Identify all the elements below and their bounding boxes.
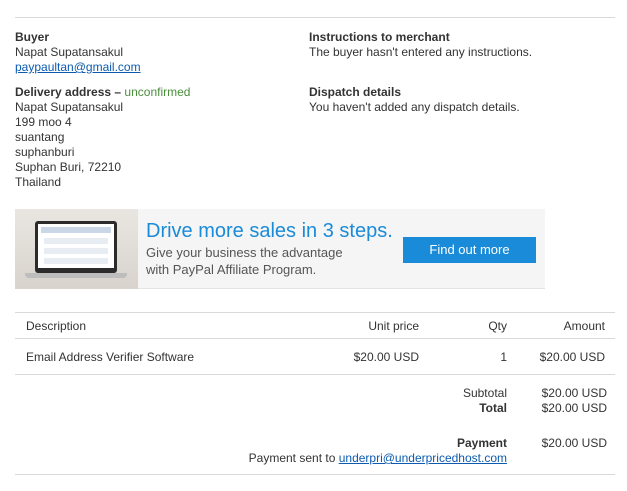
total-label: Total [479,401,507,415]
address-line: Thailand [15,175,62,189]
subtotal-value: $20.00 USD [541,386,607,400]
col-header-description: Description [26,319,87,333]
affiliate-banner[interactable]: Drive more sales in 3 steps. Give your b… [15,209,545,289]
buyer-heading: Buyer [15,30,50,44]
subtotal-label: Subtotal [462,386,507,400]
instructions-heading: Instructions to merchant [309,30,450,44]
address-line: Napat Supatansakul [15,100,124,114]
address-line: suantang [15,130,65,144]
payment-sent-row: Payment sent to underpri@underpricedhost… [207,451,507,466]
row-qty: 1 [500,350,507,364]
address-line: 199 moo 4 [15,115,72,129]
table-row-divider [15,374,615,375]
find-out-more-button[interactable]: Find out more [403,237,536,263]
dispatch-text: You haven't added any dispatch details. [309,100,520,114]
top-divider [15,17,615,18]
dispatch-heading: Dispatch details [309,85,402,99]
delivery-heading-row: Delivery address – unconfirmed [15,85,190,100]
payment-label: Payment [456,436,507,450]
banner-subtext: Give your business the advantage with Pa… [146,244,343,278]
banner-subtext-line: with PayPal Affiliate Program. [146,262,317,277]
total-value: $20.00 USD [541,401,607,415]
payment-sent-prefix: Payment sent to [248,451,336,465]
row-amount: $20.00 USD [539,350,605,364]
delivery-heading: Delivery address – [15,85,122,99]
payment-value: $20.00 USD [541,436,607,450]
merchant-email-link[interactable]: underpri@underpricedhost.com [339,451,507,465]
laptop-illustration [15,209,138,289]
buyer-email-link[interactable]: paypaultan@gmail.com [15,60,141,75]
col-header-amount: Amount [563,319,605,333]
address-line: suphanburi [15,145,75,159]
col-header-unit-price: Unit price [368,319,419,333]
instructions-text: The buyer hasn't entered any instruction… [309,45,533,59]
buyer-name: Napat Supatansakul [15,45,124,59]
col-header-qty: Qty [488,319,507,333]
banner-headline: Drive more sales in 3 steps. [146,220,393,242]
table-header-divider [15,338,615,339]
delivery-status: unconfirmed [124,85,191,99]
banner-subtext-line: Give your business the advantage [146,245,343,260]
bottom-divider [15,474,615,475]
address-line: Suphan Buri, 72210 [15,160,122,174]
row-description: Email Address Verifier Software [26,350,195,364]
row-unit-price: $20.00 USD [353,350,419,364]
table-top-divider [15,312,615,313]
